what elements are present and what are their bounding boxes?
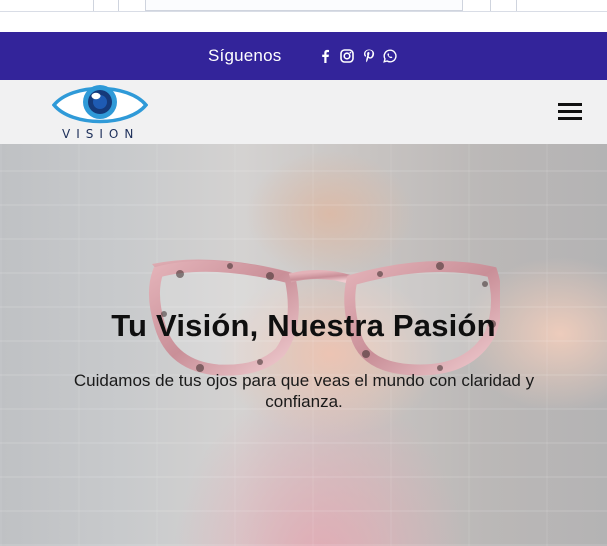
follow-label: Síguenos	[208, 46, 282, 65]
top-strip-divider	[93, 0, 94, 11]
hero-title: Tu Visión, Nuestra Pasión	[111, 308, 496, 343]
top-strip-divider	[118, 0, 119, 11]
site-header: VISION	[0, 80, 607, 144]
social-bar: Síguenos	[0, 32, 607, 80]
whatsapp-icon[interactable]	[382, 48, 398, 64]
top-strip-divider	[516, 0, 517, 11]
hero-subtitle: Cuidamos de tus ojos para que veas el mu…	[73, 371, 535, 411]
logo-text: VISION	[62, 127, 140, 141]
top-strip-divider	[490, 0, 491, 11]
hamburger-menu-icon[interactable]	[558, 100, 584, 122]
hero-banner: Tu Visión, Nuestra Pasión Cuidamos de tu…	[0, 144, 607, 546]
top-strip-field[interactable]	[145, 0, 463, 11]
instagram-icon[interactable]	[339, 48, 355, 64]
facebook-icon[interactable]	[317, 48, 333, 64]
pinterest-icon[interactable]	[361, 48, 377, 64]
top-strip	[0, 0, 607, 12]
